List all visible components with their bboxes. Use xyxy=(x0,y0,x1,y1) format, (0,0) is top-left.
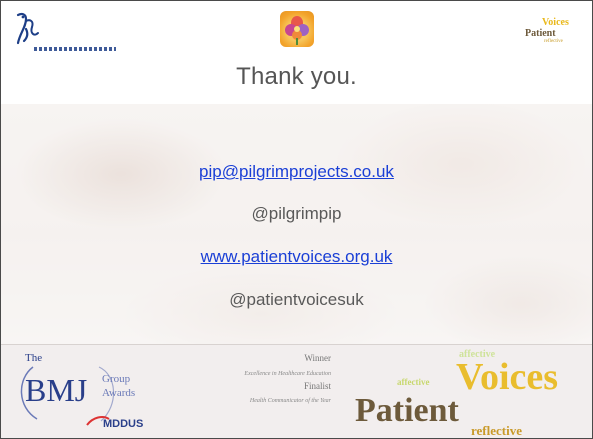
slide: Voices Patient reflective Thank you. pip… xyxy=(0,0,593,439)
flower-logo xyxy=(280,11,314,47)
bmj-wordmark: BMJ xyxy=(25,372,87,408)
pv-voices: Voices xyxy=(456,356,558,398)
footer: The BMJ Group Awards MDDUS Winner Excell… xyxy=(1,344,592,438)
pilgrim-projects-icon xyxy=(16,12,39,45)
award-text: Winner Excellence in Healthcare Educatio… xyxy=(243,353,331,404)
photo-background: pip@pilgrimprojects.co.uk @pilgrimpip ww… xyxy=(1,104,592,344)
twitter-handle-pv: @patientvoicesuk xyxy=(229,290,364,309)
bmj-awards: Awards xyxy=(102,387,135,399)
email-link[interactable]: pip@pilgrimprojects.co.uk xyxy=(1,162,592,182)
slide-title: Thank you. xyxy=(236,63,357,90)
bmj-awards-logo: The BMJ Group Awards xyxy=(20,352,135,422)
award-winner-category: Excellence in Healthcare Education xyxy=(243,371,331,377)
header: Voices Patient reflective Thank you. xyxy=(1,1,592,104)
footer-graphics: The BMJ Group Awards MDDUS Winner Excell… xyxy=(20,349,558,438)
mddus-logo: MDDUS xyxy=(86,416,143,430)
bmj-the: The xyxy=(25,352,42,364)
award-finalist: Finalist xyxy=(304,381,332,391)
pv-small-patient: Patient xyxy=(525,28,556,39)
mddus-wordmark: MDDUS xyxy=(103,418,143,430)
patient-voices-logo-small: Voices Patient reflective xyxy=(524,15,580,44)
bmj-group: Group xyxy=(102,373,131,385)
flower-icon xyxy=(285,16,309,45)
pv-affective-left: affective xyxy=(397,377,429,387)
pilgrim-projects-caption xyxy=(34,47,116,51)
pv-small-voices: Voices xyxy=(542,17,569,28)
patient-voices-logo-large: affective affective Voices Patient refle… xyxy=(355,349,558,438)
twitter-handle-pip: @pilgrimpip xyxy=(251,204,342,223)
website-link[interactable]: www.patientvoices.org.uk xyxy=(1,247,592,267)
patient-voices-icon: Voices Patient reflective xyxy=(525,17,569,44)
pv-small-reflective: reflective xyxy=(544,39,564,43)
pv-reflective: reflective xyxy=(471,423,522,438)
pv-patient: Patient xyxy=(355,392,460,429)
award-finalist-category: Health Communicator of the Year xyxy=(249,397,332,404)
award-winner: Winner xyxy=(304,353,331,363)
pilgrim-projects-logo xyxy=(14,11,116,51)
